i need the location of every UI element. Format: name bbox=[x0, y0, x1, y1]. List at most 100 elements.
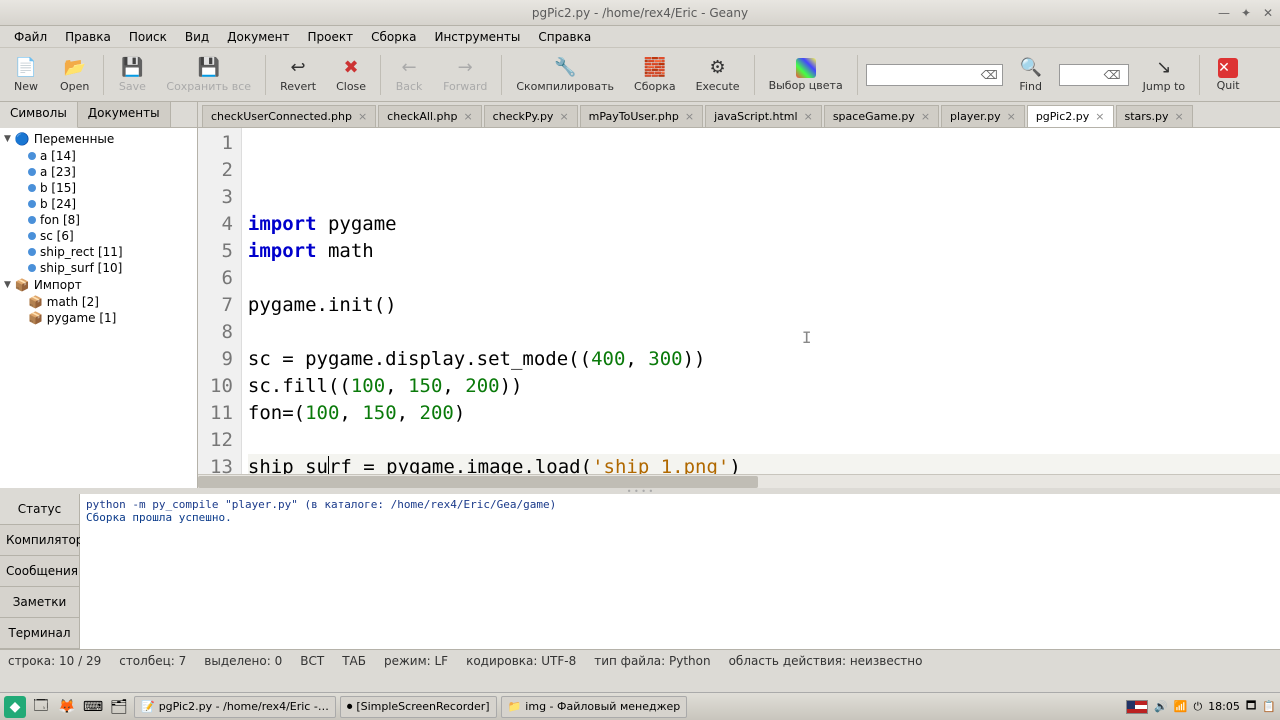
symbol-item[interactable]: b [24] bbox=[0, 196, 197, 212]
close-tab-icon[interactable]: × bbox=[685, 110, 694, 123]
compile-button[interactable]: 🔧Скомпилировать bbox=[510, 55, 620, 95]
find-input[interactable] bbox=[871, 68, 981, 82]
symbol-category-import[interactable]: ▼📦 Импорт bbox=[0, 276, 197, 294]
scrollbar-thumb[interactable] bbox=[198, 476, 758, 488]
tray-icon[interactable]: 📋 bbox=[1262, 700, 1276, 713]
revert-button[interactable]: ↩Revert bbox=[274, 55, 322, 95]
sidebar-tab-documents[interactable]: Документы bbox=[78, 102, 171, 127]
file-tab[interactable]: mPayToUser.php× bbox=[580, 105, 703, 127]
message-output[interactable]: python -m py_compile "player.py" (в ката… bbox=[80, 494, 1280, 649]
close-icon[interactable]: ✕ bbox=[1260, 5, 1276, 21]
execute-button[interactable]: ⚙Execute bbox=[690, 55, 746, 95]
menu-view[interactable]: Вид bbox=[177, 28, 217, 46]
code-line[interactable]: ship_surf = pygame.image.load('ship_1.pn… bbox=[248, 454, 1280, 474]
code-line[interactable] bbox=[248, 265, 1280, 292]
code-line[interactable]: import math bbox=[248, 238, 1280, 265]
symbol-item[interactable]: sc [6] bbox=[0, 228, 197, 244]
symbol-item[interactable]: fon [8] bbox=[0, 212, 197, 228]
code-area[interactable]: I import pygameimport math pygame.init()… bbox=[242, 128, 1280, 474]
clock[interactable]: 18:05 bbox=[1208, 700, 1240, 713]
tray-icon[interactable]: 🗖 bbox=[1246, 697, 1256, 716]
menu-edit[interactable]: Правка bbox=[57, 28, 119, 46]
menu-file[interactable]: Файл bbox=[6, 28, 55, 46]
close-button[interactable]: ✖Close bbox=[330, 55, 372, 95]
clear-jumpto-icon[interactable]: ⌫ bbox=[1104, 68, 1121, 82]
close-tab-icon[interactable]: × bbox=[463, 110, 472, 123]
msgtab-terminal[interactable]: Терминал bbox=[0, 618, 79, 649]
find-input-box[interactable]: ⌫ bbox=[866, 64, 1003, 86]
msgtab-compiler[interactable]: Компилятор bbox=[0, 525, 79, 556]
close-tab-icon[interactable]: × bbox=[921, 110, 930, 123]
forward-button[interactable]: →Forward bbox=[437, 55, 493, 95]
symbol-category-variables[interactable]: ▼🔵 Переменные bbox=[0, 130, 197, 148]
start-menu-icon[interactable]: ◆ bbox=[4, 696, 26, 718]
close-tab-icon[interactable]: × bbox=[1007, 110, 1016, 123]
save-button[interactable]: 💾Save bbox=[112, 55, 152, 95]
keyboard-layout-icon[interactable] bbox=[1126, 700, 1148, 714]
volume-icon[interactable]: 🔊 bbox=[1154, 700, 1168, 713]
task-screenrecorder[interactable]: ⏺ [SimpleScreenRecorder] bbox=[340, 696, 497, 718]
sidebar-tab-symbols[interactable]: Символы bbox=[0, 102, 78, 128]
code-line[interactable]: sc = pygame.display.set_mode((400, 300)) bbox=[248, 346, 1280, 373]
desktop-icon[interactable]: 🗔 bbox=[30, 696, 52, 718]
file-tab[interactable]: checkAll.php× bbox=[378, 105, 482, 127]
code-editor[interactable]: 12345678910111213 I import pygameimport … bbox=[198, 128, 1280, 474]
symbol-item[interactable]: a [14] bbox=[0, 148, 197, 164]
code-line[interactable]: sc.fill((100, 150, 200)) bbox=[248, 373, 1280, 400]
code-line[interactable]: import pygame bbox=[248, 211, 1280, 238]
new-button[interactable]: 📄New bbox=[6, 55, 46, 95]
files-icon[interactable]: 🗂 bbox=[108, 696, 130, 718]
build-button[interactable]: 🧱Сборка bbox=[628, 55, 682, 95]
clear-find-icon[interactable]: ⌫ bbox=[981, 68, 998, 82]
file-tab[interactable]: checkUserConnected.php× bbox=[202, 105, 376, 127]
menu-project[interactable]: Проект bbox=[300, 28, 362, 46]
open-button[interactable]: 📂Open bbox=[54, 55, 95, 95]
back-button[interactable]: ←Back bbox=[389, 55, 429, 95]
symbol-item[interactable]: b [15] bbox=[0, 180, 197, 196]
close-tab-icon[interactable]: × bbox=[1095, 110, 1104, 123]
msgtab-status[interactable]: Статус bbox=[0, 494, 79, 525]
symbol-item[interactable]: ship_surf [10] bbox=[0, 260, 197, 276]
quit-button[interactable]: ✕Quit bbox=[1208, 56, 1248, 94]
code-line[interactable] bbox=[248, 427, 1280, 454]
menu-help[interactable]: Справка bbox=[530, 28, 599, 46]
file-tab[interactable]: stars.py× bbox=[1116, 105, 1193, 127]
task-filemanager[interactable]: 📁 img - Файловый менеджер bbox=[501, 696, 688, 718]
horizontal-scrollbar[interactable] bbox=[198, 474, 1280, 488]
symbol-item[interactable]: ship_rect [11] bbox=[0, 244, 197, 260]
close-tab-icon[interactable]: × bbox=[1175, 110, 1184, 123]
close-tab-icon[interactable]: × bbox=[559, 110, 568, 123]
close-tab-icon[interactable]: × bbox=[804, 110, 813, 123]
browser-icon[interactable]: 🦊 bbox=[56, 696, 78, 718]
file-tab[interactable]: player.py× bbox=[941, 105, 1025, 127]
code-line[interactable] bbox=[248, 319, 1280, 346]
file-tab[interactable]: checkPy.py× bbox=[484, 105, 578, 127]
menu-search[interactable]: Поиск bbox=[121, 28, 175, 46]
symbol-tree[interactable]: ▼🔵 Переменные a [14]a [23]b [15]b [24]fo… bbox=[0, 128, 197, 488]
msgtab-messages[interactable]: Сообщения bbox=[0, 556, 79, 587]
task-geany[interactable]: 📝 pgPic2.py - /home/rex4/Eric -… bbox=[134, 696, 336, 718]
minimize-icon[interactable]: — bbox=[1216, 5, 1232, 21]
file-tab[interactable]: javaScript.html× bbox=[705, 105, 822, 127]
msgtab-notes[interactable]: Заметки bbox=[0, 587, 79, 618]
color-button[interactable]: Выбор цвета bbox=[763, 56, 849, 94]
menu-build[interactable]: Сборка bbox=[363, 28, 424, 46]
file-tab[interactable]: pgPic2.py× bbox=[1027, 105, 1114, 127]
network-icon[interactable]: 📶 bbox=[1174, 700, 1188, 713]
file-tab[interactable]: spaceGame.py× bbox=[824, 105, 939, 127]
jumpto-input[interactable] bbox=[1064, 68, 1104, 82]
close-tab-icon[interactable]: × bbox=[358, 110, 367, 123]
symbol-item[interactable]: 📦 pygame [1] bbox=[0, 310, 197, 326]
code-line[interactable]: fon=(100, 150, 200) bbox=[248, 400, 1280, 427]
jumpto-input-box[interactable]: ⌫ bbox=[1059, 64, 1129, 86]
symbol-item[interactable]: 📦 math [2] bbox=[0, 294, 197, 310]
find-button[interactable]: 🔍Find bbox=[1011, 55, 1051, 95]
jumpto-button[interactable]: ↘Jump to bbox=[1137, 55, 1191, 95]
power-icon[interactable]: ⏻ bbox=[1193, 700, 1202, 714]
terminal-icon[interactable]: ⌨ bbox=[82, 696, 104, 718]
saveall-button[interactable]: 💾Сохранить все bbox=[160, 55, 257, 95]
menu-document[interactable]: Документ bbox=[219, 28, 297, 46]
menu-tools[interactable]: Инструменты bbox=[426, 28, 528, 46]
code-line[interactable]: pygame.init() bbox=[248, 292, 1280, 319]
maximize-icon[interactable]: ✦ bbox=[1238, 5, 1254, 21]
